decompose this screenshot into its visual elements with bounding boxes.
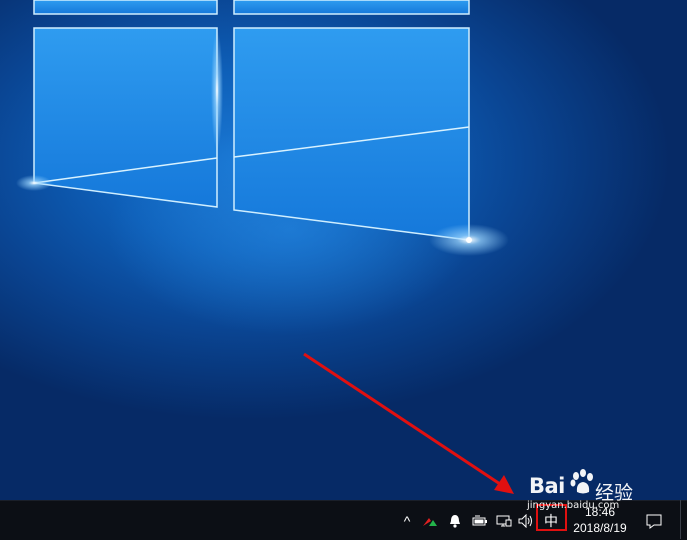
app-icon[interactable] [420,501,440,540]
bell-icon[interactable] [446,501,464,540]
network-icon[interactable] [494,501,514,540]
watermark-url: jingyan.baidu.com [527,500,620,511]
chevron-up-icon[interactable]: ^ [398,501,416,540]
battery-icon[interactable] [470,501,490,540]
paw-icon [570,469,593,494]
annotation-arrow [303,352,514,494]
watermark-brand: Bai [529,474,565,498]
clock-date: 2018/8/19 [573,521,627,535]
show-desktop-button[interactable] [680,500,681,539]
show-hidden-icons-label: ^ [403,512,411,529]
watermark: Bai 经验 jingyan.baidu.com [527,466,657,514]
